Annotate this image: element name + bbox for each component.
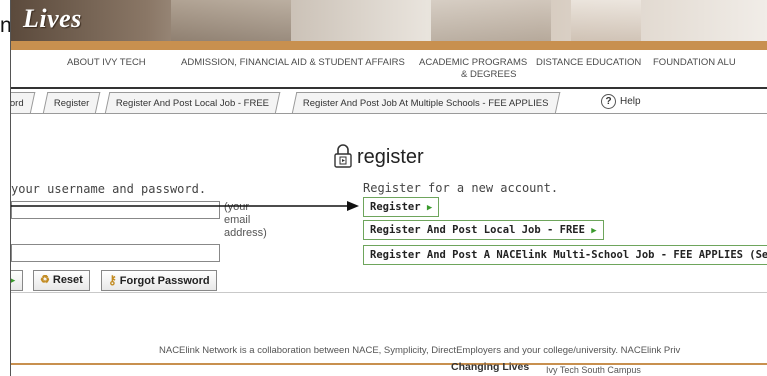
help-icon: ? — [601, 94, 616, 109]
password-input[interactable] — [11, 244, 220, 262]
register-local-job-label: Register And Post Local Job - FREE — [370, 224, 585, 236]
tab-bar: ord Register Register And Post Local Job… — [11, 92, 767, 114]
tab-baseline — [11, 113, 767, 114]
forgot-label: Forgot Password — [119, 275, 210, 287]
padlock-icon — [334, 144, 352, 168]
arrow-right-icon: ▶ — [426, 203, 433, 213]
tab-label: Register — [53, 98, 90, 109]
nav-divider — [11, 87, 767, 89]
nav-about[interactable]: ABOUT IVY TECH — [67, 57, 146, 69]
banner — [11, 0, 767, 41]
login-button[interactable]: ▶ — [11, 270, 23, 291]
reset-label: Reset — [52, 274, 83, 286]
key-icon: ⚷ — [108, 273, 117, 287]
register-multi-school-job-button[interactable]: Register And Post A NACElink Multi-Schoo… — [363, 245, 767, 265]
register-local-job-button[interactable]: Register And Post Local Job - FREE ▶ — [363, 220, 604, 240]
nav-distance-education[interactable]: DISTANCE EDUCATION — [536, 57, 641, 69]
tab-login[interactable]: ord — [10, 92, 36, 114]
footer-accent-bar — [11, 363, 767, 365]
reset-button[interactable]: ♻ Reset — [33, 270, 90, 291]
login-instructions: your username and password. — [11, 182, 207, 196]
footer-campus: Ivy Tech South Campus — [546, 365, 641, 375]
tab-register-local-job[interactable]: Register And Post Local Job - FREE — [104, 92, 281, 114]
banner-title: Lives — [23, 4, 82, 33]
nav-foundation[interactable]: FOUNDATION ALU — [653, 57, 736, 69]
tab-label: ord — [10, 98, 24, 109]
nav-academic-programs[interactable]: ACADEMIC PROGRAMS — [419, 57, 527, 69]
arrow-right-icon: ▶ — [11, 275, 15, 285]
nav-academic-degrees[interactable]: & DEGREES — [461, 69, 516, 81]
tab-register-multi-school-job[interactable]: Register And Post Job At Multiple School… — [291, 92, 560, 114]
annotation-arrow — [11, 201, 359, 211]
nav-admission[interactable]: ADMISSION, FINANCIAL AID & STUDENT AFFAI… — [181, 57, 405, 69]
hint-line: address) — [224, 227, 267, 239]
footer-brand: Changing Lives — [451, 361, 530, 373]
tab-label: Register And Post Local Job - FREE — [115, 98, 270, 109]
footer-note: NACElink Network is a collaboration betw… — [159, 345, 681, 356]
content-divider — [11, 292, 767, 293]
banner-photo — [171, 0, 291, 41]
register-button[interactable]: Register ▶ — [363, 197, 440, 217]
reset-icon: ♻ — [40, 274, 50, 286]
banner-photo — [571, 0, 641, 41]
register-multi-school-job-label: Register And Post A NACElink Multi-Schoo… — [370, 249, 767, 261]
help-label: Help — [620, 96, 641, 107]
tab-register[interactable]: Register — [42, 92, 101, 114]
register-heading: register — [357, 146, 424, 168]
register-subtitle: Register for a new account. — [363, 181, 559, 195]
banner-photo — [431, 0, 551, 41]
tab-label: Register And Post Job At Multiple School… — [302, 98, 549, 109]
help-link[interactable]: ? Help — [601, 94, 641, 109]
banner-accent-bar — [11, 41, 767, 50]
arrow-right-icon: ▶ — [591, 226, 597, 236]
forgot-password-button[interactable]: ⚷ Forgot Password — [101, 270, 217, 291]
screenshot-frame: Lives ABOUT IVY TECH ADMISSION, FINANCIA… — [10, 0, 767, 376]
register-button-label: Register — [370, 201, 421, 213]
